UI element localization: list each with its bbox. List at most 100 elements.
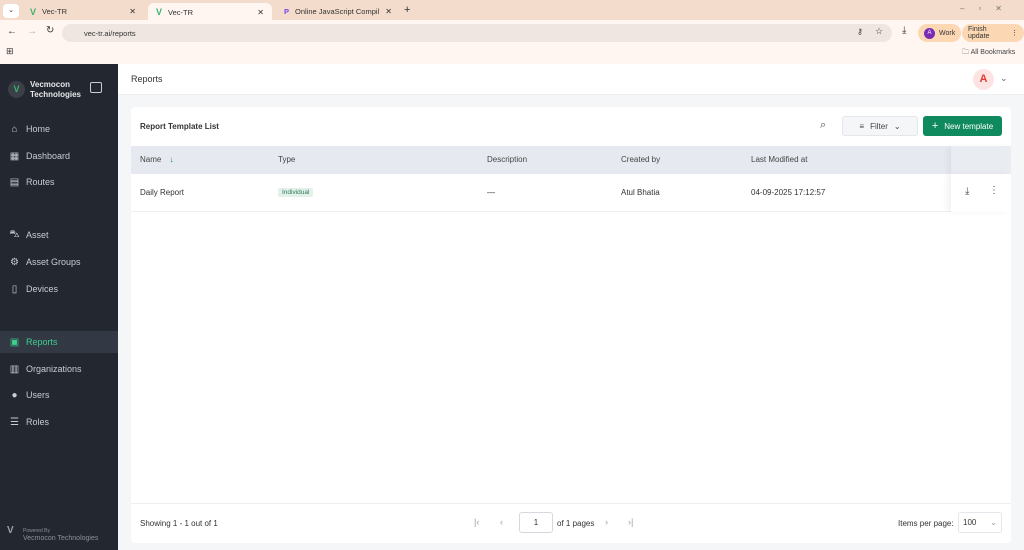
sidebar: V Vecmocon Technologies ⌂ Home ▦ Dashboard ▤… <box>0 64 118 550</box>
more-icon: ⋮ <box>1011 30 1018 37</box>
prev-page-icon[interactable]: ‹ <box>500 517 503 527</box>
sidebar-item-label: Home <box>26 124 51 134</box>
all-bookmarks[interactable]: 🗀 All Bookmarks <box>962 48 1015 59</box>
chevron-down-icon: ⌄ <box>893 121 901 131</box>
items-per-page-label: Items per page: <box>898 519 954 528</box>
filter-icon: ≡ <box>859 121 865 131</box>
close-icon[interactable]: ✕ <box>385 7 392 16</box>
row-actions: ⤓ ⋮ <box>951 174 1011 212</box>
sidebar-item-label: Reports <box>26 337 58 347</box>
tab-title: Vec-TR <box>42 7 68 16</box>
vue-logo-icon: V <box>30 6 37 17</box>
window-controls[interactable]: –▫✕ <box>960 4 1016 13</box>
back-icon[interactable]: ← <box>7 26 17 37</box>
page-header: Reports A ⌄ <box>118 64 1024 95</box>
page-count: of 1 pages <box>557 519 595 528</box>
sidebar-item-devices[interactable]: ▯ Devices <box>0 278 118 300</box>
next-page-icon[interactable]: › <box>605 517 608 527</box>
sidebar-item-label: Dashboard <box>26 151 71 161</box>
apps-icon[interactable]: ⊞ <box>6 46 14 57</box>
new-template-label: New template <box>944 121 994 131</box>
first-page-icon[interactable]: |‹ <box>474 517 479 527</box>
bookmarks-label: All Bookmarks <box>970 49 1016 56</box>
site-favicon-icon: P <box>284 7 290 16</box>
sort-arrow-down-icon: ↓ <box>169 155 174 164</box>
more-vertical-icon[interactable]: ⋮ <box>989 185 999 196</box>
sidebar-item-home[interactable]: ⌂ Home <box>0 118 118 140</box>
sidebar-item-routes[interactable]: ▤ Routes <box>0 171 118 193</box>
password-key-icon[interactable]: ⚷ <box>857 27 863 36</box>
filter-button[interactable]: ≡ Filter ⌄ <box>842 116 918 136</box>
folder-icon: 🗀 <box>962 49 971 56</box>
browser-toolbar: ← → ↻ vec-tr.ai/reports ⚷ ☆ ⤓ A Work Fini… <box>0 20 1024 64</box>
forward-icon[interactable]: → <box>27 26 37 37</box>
asset-groups-icon: ⚙ <box>10 256 19 268</box>
sidebar-item-organizations[interactable]: ▥ Organizations <box>0 358 118 380</box>
browser-tab-active[interactable]: V Vec-TR ✕ <box>148 3 272 21</box>
report-template-card: Report Template List ⌕ ≡ Filter ⌄ + New tem… <box>131 107 1011 543</box>
finish-update-button[interactable]: Finish update ⋮ <box>962 24 1024 42</box>
close-icon[interactable]: ✕ <box>129 7 136 16</box>
new-template-button[interactable]: + New template <box>923 116 1002 136</box>
chevron-down-icon: ⌄ <box>990 518 997 527</box>
sidebar-item-label: Users <box>26 390 50 400</box>
update-label: Finish update <box>968 26 990 40</box>
organizations-icon: ▥ <box>9 363 20 375</box>
cell-name[interactable]: Daily Report <box>140 174 184 212</box>
sidebar-item-users[interactable]: ● Users <box>0 384 118 406</box>
column-header-name[interactable]: Name ↓ <box>140 146 174 174</box>
sidebar-item-dashboard[interactable]: ▦ Dashboard <box>0 145 118 167</box>
roles-icon: ☰ <box>10 416 19 428</box>
sidebar-item-asset[interactable]: ⛍ Asset <box>0 224 118 246</box>
download-icon[interactable]: ⤓ <box>902 25 906 36</box>
address-bar[interactable]: vec-tr.ai/reports ⚷ ☆ <box>62 24 892 42</box>
type-badge: Individual <box>278 188 314 197</box>
bookmark-star-icon[interactable]: ☆ <box>875 26 883 37</box>
tab-search-button[interactable]: ⌄ <box>3 4 19 18</box>
url-text: vec-tr.ai/reports <box>84 28 136 38</box>
table-footer: Showing 1 - 1 out of 1 |‹ ‹ 1 of 1 pages… <box>131 503 1011 543</box>
new-tab-button[interactable]: + <box>404 4 410 16</box>
browser-tab[interactable]: P Online JavaScript Compiler (Edi ✕ <box>276 3 400 20</box>
page-title: Reports <box>131 74 163 84</box>
main-content: Reports A ⌄ Report Template List ⌕ ≡ Filt… <box>118 64 1024 550</box>
user-avatar[interactable]: A <box>973 69 994 90</box>
column-header-last-modified: Last Modified at <box>751 155 808 164</box>
car-icon: ⛍ <box>9 228 20 240</box>
device-icon: ▯ <box>11 283 18 295</box>
card-title: Report Template List <box>140 122 219 131</box>
sidebar-item-reports[interactable]: ▣ Reports <box>0 331 118 353</box>
close-icon[interactable]: ✕ <box>257 8 264 17</box>
home-icon: ⌂ <box>11 123 18 135</box>
user-icon: ● <box>11 389 18 401</box>
filter-label: Filter <box>870 121 888 131</box>
sidebar-item-label: Asset <box>26 230 49 240</box>
profile-label: Work <box>939 29 956 37</box>
table-row[interactable]: Daily Report Individual — Atul Bhatia 04… <box>131 174 1011 212</box>
sidebar-item-label: Asset Groups <box>26 257 81 267</box>
profile-button[interactable]: A Work <box>918 24 962 42</box>
powered-by-label: Powered By <box>23 528 50 534</box>
page-input[interactable]: 1 <box>519 512 553 533</box>
tab-title: Online JavaScript Compiler (Edi <box>295 7 380 16</box>
cell-created-by: Atul Bhatia <box>621 188 660 197</box>
sidebar-item-roles[interactable]: ☰ Roles <box>0 411 118 433</box>
browser-tab[interactable]: V Vec-TR ✕ <box>22 3 144 20</box>
powered-by-logo-icon: V <box>7 525 14 536</box>
cell-last-modified: 04-09-2025 17:12:57 <box>751 188 826 197</box>
showing-count: Showing 1 - 1 out of 1 <box>140 519 218 528</box>
tab-title: Vec-TR <box>168 7 194 17</box>
last-page-icon[interactable]: ›| <box>628 517 633 527</box>
download-icon[interactable]: ⤓ <box>965 186 969 197</box>
sidebar-item-label: Routes <box>26 177 55 187</box>
collapse-sidebar-icon[interactable] <box>90 82 102 93</box>
items-per-page-select[interactable]: 100 ⌄ <box>958 512 1002 533</box>
sidebar-item-label: Roles <box>26 417 50 427</box>
chevron-down-icon[interactable]: ⌄ <box>1000 73 1008 84</box>
search-icon[interactable]: ⌕ <box>820 119 826 132</box>
sidebar-item-asset-groups[interactable]: ⚙ Asset Groups <box>0 251 118 273</box>
powered-by-company: Vecmocon Technologies <box>23 535 99 542</box>
brand-name: Vecmocon Technologies <box>30 80 81 99</box>
reload-icon[interactable]: ↻ <box>46 25 54 36</box>
profile-avatar: A <box>924 27 935 39</box>
